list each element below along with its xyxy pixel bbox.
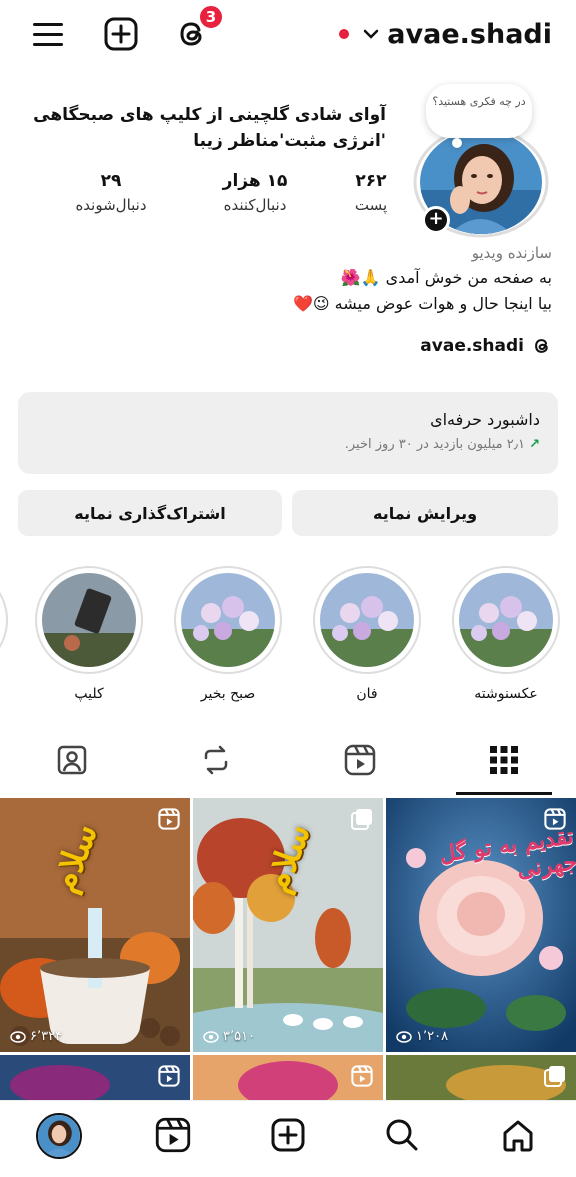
menu-icon[interactable]	[28, 14, 68, 54]
top-bar: 3 avae.shadi	[0, 0, 576, 70]
threads-link[interactable]: avae.shadi	[420, 336, 552, 356]
highlight-ring	[313, 566, 421, 674]
dashboard-title: داشبورد حرفه‌ای	[430, 410, 540, 429]
eye-icon	[203, 1030, 219, 1043]
view-count: ۶٬۳۲۴	[10, 1029, 62, 1044]
highlight-ring	[452, 566, 560, 674]
note-bubble-tail	[452, 138, 462, 148]
dashboard-subtitle: ↗ ۲٫۱ میلیون بازدید در ۳۰ روز اخیر.	[36, 437, 540, 452]
tab-tagged[interactable]	[52, 740, 92, 780]
live-dot	[339, 29, 350, 39]
create-icon[interactable]	[266, 1113, 310, 1157]
highlight-label: فان	[356, 686, 378, 702]
reel-icon	[158, 1065, 180, 1087]
active-tab-indicator	[456, 792, 552, 795]
grid-post[interactable]: سلام ۳٬۵۱۰	[193, 798, 383, 1052]
eye-icon	[396, 1030, 412, 1043]
grid-post[interactable]	[193, 1055, 383, 1100]
highlight-ring	[174, 566, 282, 674]
highlight-label: عکسنوشته	[474, 686, 538, 702]
highlight-cover	[459, 573, 553, 667]
highlight-item[interactable]: صبح بخیر	[174, 566, 282, 702]
highlight-label: صبح بخیر	[200, 686, 256, 702]
notification-badge: 3	[198, 4, 224, 30]
reels-icon[interactable]	[151, 1113, 195, 1157]
view-count: ۳٬۵۱۰	[203, 1029, 255, 1044]
display-name: آوای شادی گلچینی از کلیپ های صبحگاهی 'ان…	[33, 105, 386, 151]
highlight-cover	[42, 573, 136, 667]
dashboard-subtitle-text: ۲٫۱ میلیون بازدید در ۳۰ روز اخیر.	[344, 437, 525, 452]
stat-followers[interactable]: ۱۵ هزار دنبال‌کننده	[200, 170, 310, 218]
following-label: دنبال‌شونده	[75, 196, 147, 214]
view-count-text: ۳٬۵۱۰	[223, 1029, 256, 1044]
create-icon[interactable]	[101, 14, 141, 54]
stat-posts[interactable]: ۲۶۲ پست	[336, 170, 406, 218]
grid-icon	[489, 745, 519, 775]
carousel-icon	[544, 1065, 566, 1087]
view-count: ۱٬۲۰۸	[396, 1029, 448, 1044]
bottom-navigation	[0, 1100, 576, 1177]
following-count: ۲۹	[100, 171, 122, 191]
threads-handle: avae.shadi	[420, 336, 524, 356]
grid-post[interactable]	[0, 1055, 190, 1100]
bio-line-2: بیا اینجا حال و هوات عوض میشه 😉❤️	[292, 294, 552, 313]
highlight-item[interactable]: کلیپ	[35, 566, 143, 702]
bio-line-1: به صفحه من خوش آمدی 🙏🌺	[340, 268, 552, 287]
highlight-partial[interactable]	[0, 566, 8, 674]
professional-dashboard[interactable]: داشبورد حرفه‌ای ↗ ۲٫۱ میلیون بازدید در ۳…	[18, 392, 558, 474]
highlight-item[interactable]: عکسنوشته	[452, 566, 560, 702]
grid-post[interactable]: تقدیم به تو گل جهرنی ۱٬۲۰۸	[386, 798, 576, 1052]
reposts-icon	[200, 744, 232, 776]
home-icon[interactable]	[496, 1113, 540, 1157]
note-bubble[interactable]: در چه فکری هستید؟	[426, 84, 532, 138]
posts-count: ۲۶۲	[355, 171, 387, 191]
view-count-text: ۱٬۲۰۸	[416, 1029, 449, 1044]
reel-icon	[544, 808, 566, 830]
profile-avatar[interactable]	[36, 1113, 82, 1159]
tab-reposts[interactable]	[196, 740, 236, 780]
carousel-icon	[351, 808, 373, 830]
username: avae.shadi	[387, 18, 552, 50]
followers-label: دنبال‌کننده	[223, 196, 287, 214]
reels-icon	[344, 744, 376, 776]
reel-icon	[158, 808, 180, 830]
posts-label: پست	[354, 196, 388, 214]
tab-reels[interactable]	[340, 740, 380, 780]
followers-count: ۱۵ هزار	[222, 171, 288, 191]
grid-post[interactable]: سلام ۶٬۳۲۴	[0, 798, 190, 1052]
view-count-text: ۶٬۳۲۴	[30, 1029, 63, 1044]
highlight-cover	[320, 573, 414, 667]
category-label: سازنده ویدیو	[471, 244, 552, 262]
highlight-cover	[181, 573, 275, 667]
share-profile-button[interactable]: اشتراک‌گذاری نمایه	[18, 490, 282, 536]
threads-icon	[532, 336, 552, 356]
tagged-icon	[56, 744, 88, 776]
edit-profile-button[interactable]: ویرایش نمایه	[292, 490, 558, 536]
tab-grid[interactable]	[484, 740, 524, 780]
grid-post[interactable]	[386, 1055, 576, 1100]
chevron-down-icon	[363, 28, 379, 40]
stat-following[interactable]: ۲۹ دنبال‌شونده	[56, 170, 166, 218]
highlight-item[interactable]: فان	[313, 566, 421, 702]
eye-icon	[10, 1030, 26, 1043]
reel-icon	[351, 1065, 373, 1087]
account-switcher[interactable]: avae.shadi	[339, 16, 552, 52]
search-icon[interactable]	[380, 1113, 424, 1157]
highlight-label: کلیپ	[74, 686, 104, 702]
trend-up-icon: ↗	[529, 437, 540, 452]
add-story-button[interactable]: +	[422, 206, 450, 234]
highlight-ring	[35, 566, 143, 674]
